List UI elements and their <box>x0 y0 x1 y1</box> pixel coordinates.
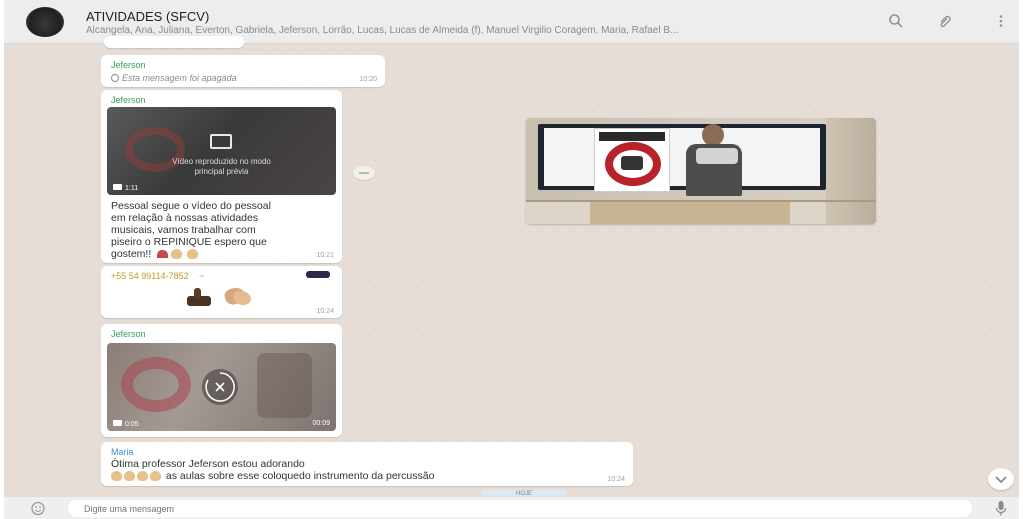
message-text[interactable]: Maria Ótima professor Jeferson estou ado… <box>101 442 633 486</box>
message-text-line-with-emoji: as aulas sobre esse coloquedo instrument… <box>111 470 434 482</box>
video-blur-shape <box>121 357 191 412</box>
thumbs-up-emoji-icon <box>185 288 215 306</box>
clapping-hands-emoji-icon <box>222 285 253 308</box>
video-duration: 0:05 <box>125 421 139 428</box>
photo-poster <box>594 128 670 192</box>
previous-message-fragment <box>104 36 244 48</box>
message-video-post[interactable]: Jeferson Vídeo reproduzido no modo princ… <box>101 90 342 263</box>
video-camera-icon <box>113 420 122 426</box>
emoji-clap-icon <box>150 471 161 482</box>
video-blur-figure <box>257 353 312 418</box>
photo-drum <box>696 148 738 164</box>
message-text-line: piseiro o REPINIQUE espero que <box>111 236 267 248</box>
message-input[interactable] <box>68 500 972 517</box>
message-time: 10:20 <box>359 76 377 83</box>
emoji-clap-icon <box>111 471 122 482</box>
message-text-end: as aulas sobre esse coloquedo instrument… <box>165 470 435 482</box>
emoji-clap-icon <box>124 471 135 482</box>
photo-door <box>826 118 876 224</box>
blocked-icon <box>111 74 119 82</box>
message-emoji[interactable]: +55 54 99114-7852 ~ 10:24 <box>101 266 342 318</box>
sender-suffix: ~ <box>199 271 205 281</box>
sender-phone: +55 54 99114-7852 <box>111 271 189 281</box>
shared-photo[interactable] <box>526 118 876 224</box>
deleted-text: Esta mensagem foi apagada <box>122 73 237 83</box>
message-video-downloading[interactable]: Jeferson 0:05 00:09 <box>101 324 342 437</box>
photo-table <box>590 200 790 224</box>
video-caption: Vídeo reproduzido no modo <box>172 157 271 166</box>
emoji-clap-icon <box>171 249 183 260</box>
message-text-line-with-emoji: gostem!! <box>111 248 200 260</box>
photo-board-frame <box>538 124 826 190</box>
message-time: 10:24 <box>607 476 625 483</box>
video-thumbnail-blurred[interactable]: 0:05 00:09 <box>107 343 336 431</box>
group-title[interactable]: ATIVIDADES (SFCV) <box>86 9 209 24</box>
menu-icon[interactable] <box>992 13 1010 31</box>
open-external-icon[interactable] <box>210 134 232 149</box>
message-deleted[interactable]: Jeferson Esta mensagem foi apagada 10:20 <box>101 55 385 87</box>
message-text-line: musicais, vamos trabalhar com <box>111 224 256 236</box>
whatsapp-web-window: ATIVIDADES (SFCV) Alcangela, Ana, Julian… <box>4 0 1019 519</box>
message-text-line: Pessoal segue o vídeo do pessoal <box>111 200 271 212</box>
video-thumbnail[interactable]: Vídeo reproduzido no modo principal prév… <box>107 107 336 195</box>
message-text-line: Ótima professor Jeferson estou adorando <box>111 458 305 470</box>
cancel-download-button[interactable] <box>202 369 238 405</box>
chevron-down-icon <box>995 476 1007 484</box>
video-duration-row: 1:11 <box>113 184 138 192</box>
emoji-clap-icon <box>137 471 148 482</box>
emoji-icon[interactable] <box>30 501 46 516</box>
poster-logo <box>605 142 661 186</box>
poster-banner <box>599 132 665 141</box>
microphone-icon[interactable] <box>994 500 1008 517</box>
message-time: 10:21 <box>316 252 334 259</box>
sender-badge-icon <box>306 271 330 278</box>
message-sender[interactable]: +55 54 99114-7852 ~ <box>111 271 204 281</box>
search-icon[interactable] <box>887 13 905 31</box>
forward-icon[interactable] <box>353 166 375 180</box>
message-sender[interactable]: Maria <box>111 447 134 457</box>
group-members[interactable]: Alcangela, Ana, Juliana, Everton, Gabrie… <box>86 25 866 36</box>
message-time: 10:24 <box>316 308 334 315</box>
photo-floor-line <box>526 200 876 202</box>
poster-logo-center <box>621 156 643 170</box>
video-size: 00:09 <box>312 420 330 427</box>
video-duration: 1:11 <box>125 185 139 192</box>
video-duration-row: 0:05 <box>113 420 139 428</box>
message-text-end: gostem!! <box>111 248 152 260</box>
message-sender[interactable]: Jeferson <box>111 60 146 70</box>
deleted-text-row: Esta mensagem foi apagada <box>111 73 237 83</box>
photo-person-head <box>702 124 724 146</box>
video-camera-icon <box>113 184 122 190</box>
scroll-down-button[interactable] <box>988 468 1014 490</box>
message-composer <box>4 496 1019 519</box>
message-sender[interactable]: Jeferson <box>111 329 146 339</box>
video-caption-2: principal prévia <box>194 167 249 176</box>
emoji-clap-icon <box>187 249 199 260</box>
attach-icon[interactable] <box>936 13 954 31</box>
emoji-cap-icon <box>157 250 169 259</box>
download-progress-icon <box>205 372 235 402</box>
message-text-line: em relação à nossas atividades <box>111 212 259 224</box>
message-sender[interactable]: Jeferson <box>111 95 146 105</box>
photo-whiteboard <box>544 128 820 186</box>
group-avatar[interactable] <box>26 7 64 37</box>
